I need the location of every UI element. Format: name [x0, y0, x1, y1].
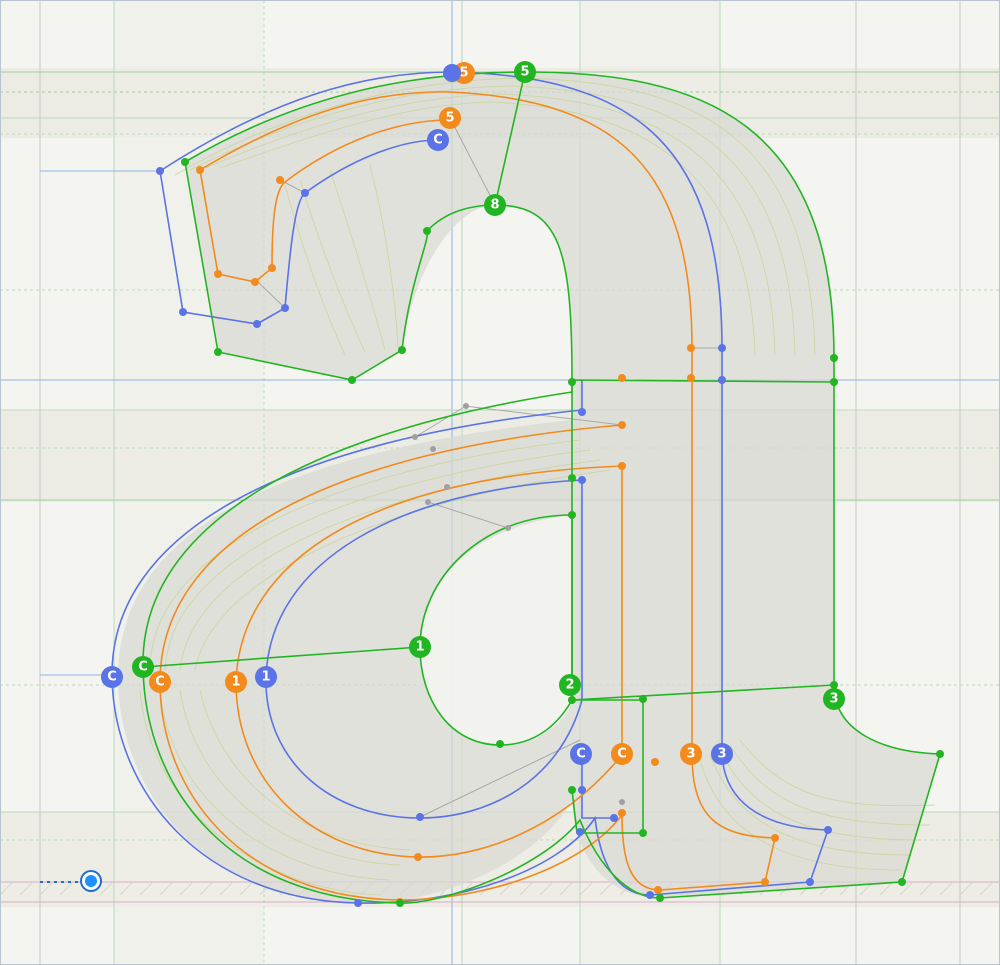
orange-point-corner: C [611, 743, 633, 765]
blue-point-1: 1 [255, 666, 277, 688]
green-point-start: C [132, 656, 154, 678]
orange-point-start: C [149, 671, 171, 693]
glyph-canvas[interactable]: 1 2 3 5 C 8 1 3 5 C C 5 1 3 C C C [0, 0, 1000, 965]
svg-text:1: 1 [231, 675, 240, 690]
svg-text:5: 5 [445, 111, 454, 126]
svg-text:C: C [155, 675, 165, 690]
svg-text:3: 3 [686, 747, 695, 762]
svg-text:C: C [433, 133, 443, 148]
svg-text:5: 5 [520, 65, 529, 80]
svg-text:3: 3 [717, 747, 726, 762]
svg-text:1: 1 [261, 670, 270, 685]
svg-text:C: C [617, 747, 627, 762]
orange-point-3: 3 [680, 743, 702, 765]
green-point-5: 5 [514, 61, 536, 83]
blue-point-top[interactable] [443, 64, 461, 82]
svg-text:C: C [107, 670, 117, 685]
svg-text:1: 1 [415, 640, 424, 655]
svg-text:C: C [138, 660, 148, 675]
blue-point-start: C [101, 666, 123, 688]
blue-point-3: 3 [711, 743, 733, 765]
green-point-8: 8 [484, 194, 506, 216]
orange-point-1: 1 [225, 671, 247, 693]
svg-text:2: 2 [565, 678, 574, 693]
orange-point-inner: 5 [439, 107, 461, 129]
blue-point-corner: C [570, 743, 592, 765]
svg-text:C: C [576, 747, 586, 762]
svg-text:8: 8 [490, 198, 499, 213]
green-point-3: 3 [823, 688, 845, 710]
svg-text:3: 3 [829, 692, 838, 707]
green-point-2: 2 [559, 674, 581, 696]
blue-point-inner: C [427, 129, 449, 151]
green-point-1: 1 [409, 636, 431, 658]
